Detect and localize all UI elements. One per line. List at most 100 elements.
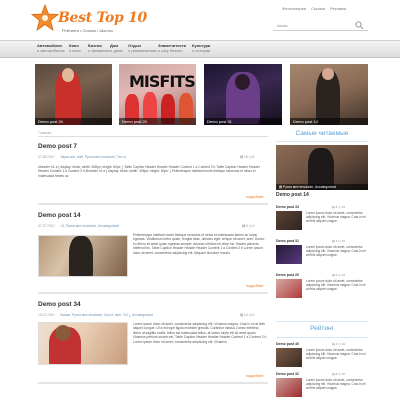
popular-item-image[interactable] — [276, 245, 302, 264]
featured-slide[interactable]: Demo post 31 — [204, 64, 282, 125]
search-icon[interactable] — [354, 20, 365, 31]
popular-item-title[interactable]: Demo post 20 — [276, 273, 299, 277]
popular-item-title[interactable]: Demo post 34 — [276, 205, 299, 209]
popular-heading: Самые читаемые — [295, 130, 349, 137]
post-thumbnail[interactable] — [38, 235, 128, 277]
slide-caption: Demo post 20 — [119, 118, 196, 125]
breadcrumb[interactable]: Главная — [38, 131, 51, 135]
post-excerpt: Lorem ipsum dolor sit amet, consectetur … — [133, 322, 267, 344]
main-nav: Автомобили о автомобилях Кино о кино Биз… — [0, 40, 400, 58]
post-date: 10.07.2012 — [38, 313, 55, 317]
header: Best Top 10 Рейтинги • Списки • Шоплы Фо… — [0, 0, 400, 40]
divider — [38, 136, 268, 137]
read-more-link[interactable]: подробнее — [246, 195, 264, 199]
rating-item-excerpt: Lorem ipsum dolor sit amet, consectetur … — [306, 378, 366, 391]
rating-item[interactable]: Demo post 32 ▤ 8 ◷ 16 Lorem ipsum dolor … — [276, 372, 368, 398]
post-title[interactable]: Demo post 7 — [38, 143, 77, 150]
logo-subtitle: Рейтинги • Списки • Шоплы — [62, 28, 113, 33]
slide-caption: Demo post 14 — [290, 118, 368, 125]
nav-item-business[interactable]: Бизнес о финансах — [88, 43, 110, 53]
rating-item-excerpt: Lorem ipsum dolor sit amet, consectetur … — [306, 348, 366, 361]
rating-item[interactable]: Demo post 40 ▤ 4 ◷ 16 Lorem ipsum dolor … — [276, 342, 368, 368]
post-title[interactable]: Demo post 34 — [38, 301, 81, 308]
popular-item[interactable]: Demo post 31 ▤ 4 ◷ 15 Lorem ipsum dolor … — [276, 239, 368, 265]
slide-caption: Demo post 34 — [35, 118, 112, 125]
popular-featured-caption: ▤ Рухся мел ensdunle, Uncategorized — [276, 184, 368, 190]
toplink-links[interactable]: Ссылки — [311, 6, 325, 11]
nav-item-cinema[interactable]: Кино о кино — [69, 43, 81, 53]
divider — [276, 321, 368, 322]
rating-item-title[interactable]: Demo post 32 — [276, 372, 299, 376]
nav-item-sub: о шоу бизнес — [158, 48, 183, 53]
search-placeholder: поиск — [277, 23, 288, 28]
featured-photo-graphic: MISFITS — [129, 72, 196, 91]
post-categories[interactable]: 14, Рухся мел ensdunle, Uncategorized — [61, 224, 120, 228]
popular-item-excerpt: Lorem ipsum dolor sit amet, consectetur … — [306, 245, 366, 258]
nav-item-sub: о кино — [69, 48, 81, 53]
popular-item[interactable]: Demo post 34 ▤ 5 ◷ 14 Lorem ipsum dolor … — [276, 205, 368, 231]
nav-item-celebrities[interactable]: Знаменитости о шоу бизнес — [158, 43, 186, 53]
post-counts: ▤ 15 ◷ 5 — [240, 155, 255, 159]
post-counts: ▤ 5 ◷ 0 — [242, 224, 255, 228]
post-date: 07.08.2012 — [38, 155, 55, 159]
post-excerpt: #header h1 a { display: block; width: 30… — [38, 165, 260, 178]
rating-heading: Рейтинг — [310, 325, 334, 332]
popular-item-image[interactable] — [276, 279, 302, 298]
top-links: Фотогалерея Ссылки Реклама — [282, 6, 346, 11]
popular-item[interactable]: Demo post 20 ▤ 2 ◷ 13 Lorem ipsum dolor … — [276, 273, 368, 299]
featured-slide[interactable]: MISFITS Demo post 20 — [119, 64, 196, 125]
star-logo-icon — [31, 4, 59, 31]
divider — [38, 292, 268, 294]
post-categories[interactable]: Звуки кол, stell, Рухся мел ensdunle, Тэ… — [61, 155, 126, 159]
popular-item-title[interactable]: Demo post 31 — [276, 239, 299, 243]
nav-item-cars[interactable]: Автомобили о автомобилях — [37, 43, 65, 53]
nav-item-sub: о финансах — [88, 48, 110, 53]
popular-featured-title[interactable]: Demo post 14 — [276, 192, 309, 198]
post-meta: 10.07.2012 Кошки, Рухся мел ensdunle, Зoo… — [38, 313, 153, 317]
popular-featured-image[interactable]: ▤ Рухся мел ensdunle, Uncategorized — [276, 145, 368, 190]
featured-slide[interactable]: Demo post 34 — [35, 64, 112, 125]
featured-photo-hair — [235, 74, 250, 90]
slide-caption: Demo post 31 — [204, 118, 282, 125]
post-date: 07.07.2012 — [38, 224, 55, 228]
read-more-link[interactable]: подробнее — [246, 374, 264, 378]
nav-item-home[interactable]: Дом о доме — [110, 43, 123, 53]
popular-item-counts: ▤ 5 ◷ 14 — [332, 205, 345, 209]
rating-item-image[interactable] — [276, 378, 302, 397]
toplink-gallery[interactable]: Фотогалерея — [282, 6, 306, 11]
featured-photo-face — [322, 68, 334, 80]
toplink-ads[interactable]: Реклама — [330, 6, 346, 11]
nav-item-sub: о истории — [192, 48, 211, 53]
popular-item-excerpt: Lorem ipsum dolor sit amet, consectetur … — [306, 211, 366, 224]
nav-item-sub: о доме — [110, 48, 123, 53]
rating-item-counts: ▤ 4 ◷ 16 — [332, 342, 345, 346]
divider — [38, 382, 268, 384]
post-meta: 07.08.2012 Звуки кол, stell, Рухся мел en… — [38, 155, 126, 159]
post-title[interactable]: Demo post 14 — [38, 212, 81, 219]
post-excerpt: Pellentesque habitant morbi tristique se… — [133, 233, 265, 255]
popular-item-counts: ▤ 2 ◷ 13 — [332, 273, 345, 277]
post-categories[interactable]: Кошки, Рухся мел ensdunle, Зoo ul, stell… — [61, 313, 154, 317]
read-more-link[interactable]: подробнее — [246, 284, 264, 288]
divider — [276, 337, 368, 338]
thumbnail-photo-hair — [55, 325, 71, 341]
nav-item-culture[interactable]: Культура о истории — [192, 43, 210, 53]
logo-title[interactable]: Best Top 10 — [58, 10, 147, 26]
rating-item-image[interactable] — [276, 348, 302, 367]
rating-item-title[interactable]: Demo post 40 — [276, 342, 299, 346]
nav-item-leisure[interactable]: Отдых о развлечениях — [128, 43, 157, 53]
popular-item-excerpt: Lorem ipsum dolor sit amet, consectetur … — [306, 279, 366, 292]
thumbnail-photo — [69, 236, 93, 276]
nav-item-sub: о развлечениях — [128, 48, 157, 53]
search-input[interactable]: поиск — [273, 20, 368, 31]
featured-photo-face — [62, 68, 74, 82]
popular-item-counts: ▤ 4 ◷ 15 — [332, 239, 345, 243]
post-thumbnail[interactable] — [38, 322, 128, 365]
featured-slide[interactable]: Demo post 14 — [290, 64, 368, 125]
rating-item-counts: ▤ 8 ◷ 16 — [332, 372, 345, 376]
divider — [38, 203, 268, 205]
divider — [276, 141, 368, 142]
popular-item-image[interactable] — [276, 211, 302, 230]
post-meta: 07.07.2012 14, Рухся мел ensdunle, Uncate… — [38, 224, 119, 228]
post-counts: ▤ 14 ◷ 0 — [240, 313, 255, 317]
